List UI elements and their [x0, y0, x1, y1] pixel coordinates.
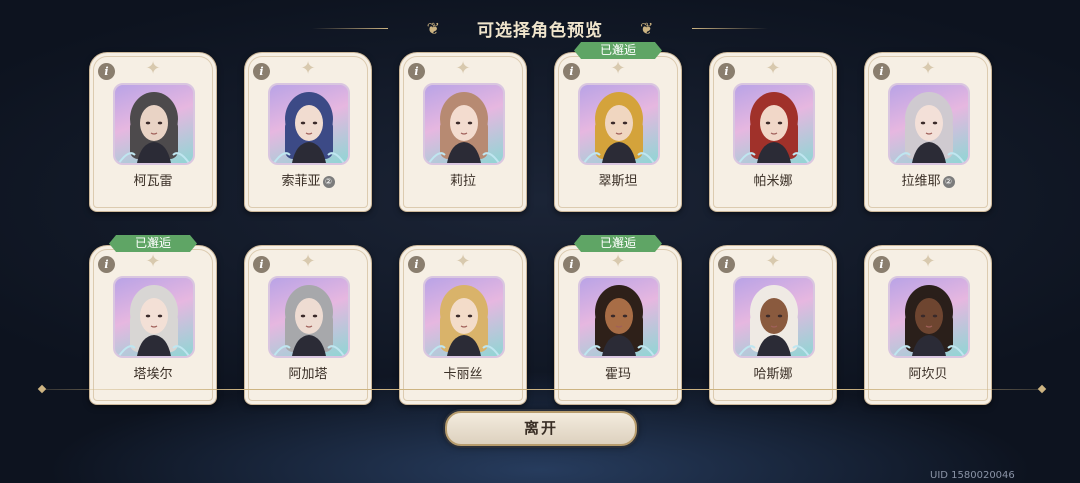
sparkle-icon: ✦	[300, 251, 316, 272]
character-name: 阿加塔	[245, 363, 371, 382]
title-ornament-right-icon: ❦	[640, 19, 654, 38]
info-icon[interactable]: i	[253, 63, 270, 80]
character-portrait	[268, 83, 350, 165]
info-icon[interactable]: i	[98, 256, 115, 273]
character-card[interactable]: i ✦ 莉拉	[399, 52, 527, 212]
character-name: 莉拉	[400, 170, 526, 189]
character-portrait	[888, 276, 970, 358]
sparkle-icon: ✦	[765, 251, 781, 272]
title-bar: ❦ 可选择角色预览 ❦	[0, 12, 1080, 46]
character-card[interactable]: i ✦ 帕米娜	[709, 52, 837, 212]
character-portrait	[423, 276, 505, 358]
character-name-text: 卡丽丝	[443, 367, 483, 382]
character-card[interactable]: 已邂逅 i ✦ 霍玛	[554, 235, 682, 405]
character-portrait	[113, 83, 195, 165]
character-card[interactable]: 已邂逅 i ✦ 塔埃尔	[89, 235, 217, 405]
character-card[interactable]: i ✦ 卡丽丝	[399, 245, 527, 405]
character-card[interactable]: i ✦ 哈斯娜	[709, 245, 837, 405]
info-icon[interactable]: i	[253, 256, 270, 273]
character-name: 阿坎贝	[865, 363, 991, 382]
character-portrait	[578, 276, 660, 358]
title-line-left	[312, 28, 388, 29]
character-card[interactable]: i ✦ 柯瓦雷	[89, 52, 217, 212]
status-badge: ②	[322, 176, 335, 188]
character-name-text: 索菲亚	[281, 174, 321, 189]
info-icon[interactable]: i	[408, 256, 425, 273]
met-badge: 已邂逅	[109, 235, 197, 252]
character-portrait	[268, 276, 350, 358]
character-name-text: 翠斯坦	[598, 174, 638, 189]
character-name-text: 塔埃尔	[133, 367, 173, 382]
info-icon[interactable]: i	[563, 256, 580, 273]
character-name-text: 柯瓦雷	[133, 174, 173, 189]
divider	[37, 384, 1047, 394]
divider-end-left	[37, 384, 47, 394]
info-icon[interactable]: i	[98, 63, 115, 80]
info-icon[interactable]: i	[408, 63, 425, 80]
sparkle-icon: ✦	[920, 58, 936, 79]
character-name: 拉维耶 ②	[865, 170, 991, 189]
info-icon[interactable]: i	[873, 63, 890, 80]
sparkle-icon: ✦	[610, 251, 626, 272]
uid-label: UID 1580020046	[930, 470, 1015, 481]
character-portrait	[423, 83, 505, 165]
character-card[interactable]: i ✦ 阿加塔	[244, 245, 372, 405]
character-name: 塔埃尔	[90, 363, 216, 382]
info-icon[interactable]: i	[563, 63, 580, 80]
sparkle-icon: ✦	[610, 58, 626, 79]
character-name: 帕米娜	[710, 170, 836, 189]
character-name: 翠斯坦	[555, 170, 681, 189]
character-portrait	[733, 83, 815, 165]
character-name: 索菲亚 ②	[245, 170, 371, 189]
leave-button[interactable]: 离开	[445, 411, 637, 446]
character-card[interactable]: i ✦ 索菲亚 ②	[244, 52, 372, 212]
character-name-text: 阿加塔	[288, 367, 328, 382]
character-name: 柯瓦雷	[90, 170, 216, 189]
sparkle-icon: ✦	[765, 58, 781, 79]
character-portrait	[578, 83, 660, 165]
character-card[interactable]: i ✦ 拉维耶 ②	[864, 52, 992, 212]
sparkle-icon: ✦	[920, 251, 936, 272]
sparkle-icon: ✦	[455, 58, 471, 79]
character-portrait	[113, 276, 195, 358]
sparkle-icon: ✦	[145, 251, 161, 272]
divider-end-right	[1037, 384, 1047, 394]
met-badge: 已邂逅	[574, 42, 662, 59]
character-name: 霍玛	[555, 363, 681, 382]
character-name-text: 拉维耶	[901, 174, 941, 189]
met-badge: 已邂逅	[574, 235, 662, 252]
character-name-text: 哈斯娜	[753, 367, 793, 382]
sparkle-icon: ✦	[300, 58, 316, 79]
character-card[interactable]: 已邂逅 i ✦ 翠斯坦	[554, 42, 682, 212]
info-icon[interactable]: i	[873, 256, 890, 273]
character-portrait	[733, 276, 815, 358]
character-name-text: 霍玛	[604, 367, 631, 382]
character-name-text: 帕米娜	[753, 174, 793, 189]
title-line-right	[692, 28, 768, 29]
title-ornament-left-icon: ❦	[426, 19, 440, 38]
character-name-text: 莉拉	[449, 174, 476, 189]
info-icon[interactable]: i	[718, 63, 735, 80]
character-name-text: 阿坎贝	[908, 367, 948, 382]
status-badge: ②	[942, 176, 955, 188]
sparkle-icon: ✦	[455, 251, 471, 272]
character-name: 卡丽丝	[400, 363, 526, 382]
character-portrait	[888, 83, 970, 165]
sparkle-icon: ✦	[145, 58, 161, 79]
character-card[interactable]: i ✦ 阿坎贝	[864, 245, 992, 405]
character-name: 哈斯娜	[710, 363, 836, 382]
info-icon[interactable]: i	[718, 256, 735, 273]
page-title: 可选择角色预览	[477, 21, 603, 41]
